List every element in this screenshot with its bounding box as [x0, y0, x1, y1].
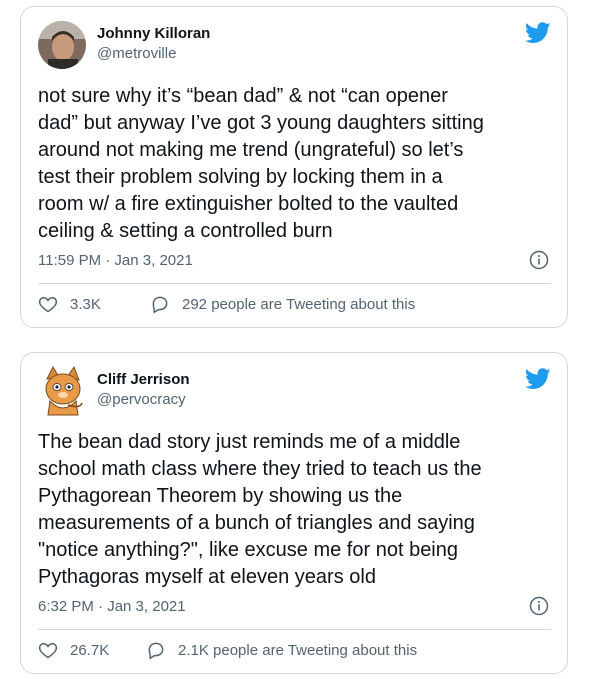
- speech-bubble-icon: [148, 642, 164, 660]
- author-name[interactable]: Johnny Killoran: [97, 25, 210, 42]
- like-action[interactable]: 26.7K: [38, 639, 109, 661]
- tweet-card-2[interactable]: Cliff Jerrison @pervocracy The bean dad …: [20, 352, 568, 674]
- tweet-actions: 26.7K 2.1K people are Tweeting about thi…: [38, 639, 551, 663]
- avatar-cartoon-cat: [38, 365, 88, 417]
- discussion-action[interactable]: 292 people are Tweeting about this: [150, 293, 415, 315]
- twitter-bird-icon[interactable]: [525, 22, 551, 44]
- like-count: 26.7K: [70, 641, 110, 659]
- tweet-text: not sure why it’s “bean dad” & not “can …: [38, 85, 484, 242]
- tweet-actions: 3.3K 292 people are Tweeting about this: [38, 293, 551, 317]
- info-icon[interactable]: [529, 250, 549, 270]
- discussion-action[interactable]: 2.1K people are Tweeting about this: [146, 639, 417, 661]
- heart-icon: [38, 296, 58, 313]
- tweet-timestamp[interactable]: 11:59 PM · Jan 3, 2021: [38, 252, 193, 269]
- avatar-photo: [38, 21, 86, 69]
- discussion-text: 2.1K people are Tweeting about this: [178, 641, 418, 659]
- tweet-text: The bean dad story just reminds me of a …: [38, 431, 482, 588]
- author-handle[interactable]: @pervocracy: [97, 391, 186, 408]
- author-handle[interactable]: @metroville: [97, 45, 176, 62]
- heart-icon: [38, 642, 58, 659]
- discussion-text: 292 people are Tweeting about this: [182, 295, 416, 313]
- divider: [38, 283, 551, 284]
- avatar[interactable]: [38, 21, 86, 69]
- tweet-timestamp[interactable]: 6:32 PM · Jan 3, 2021: [38, 598, 186, 615]
- tweet-card-1[interactable]: Johnny Killoran @metroville not sure why…: [20, 6, 568, 328]
- avatar[interactable]: [38, 365, 88, 417]
- like-count: 3.3K: [70, 295, 101, 313]
- twitter-bird-icon[interactable]: [525, 368, 551, 390]
- author-name[interactable]: Cliff Jerrison: [97, 371, 190, 388]
- like-action[interactable]: 3.3K: [38, 293, 101, 315]
- info-icon[interactable]: [529, 596, 549, 616]
- speech-bubble-icon: [152, 296, 168, 314]
- divider: [38, 629, 551, 630]
